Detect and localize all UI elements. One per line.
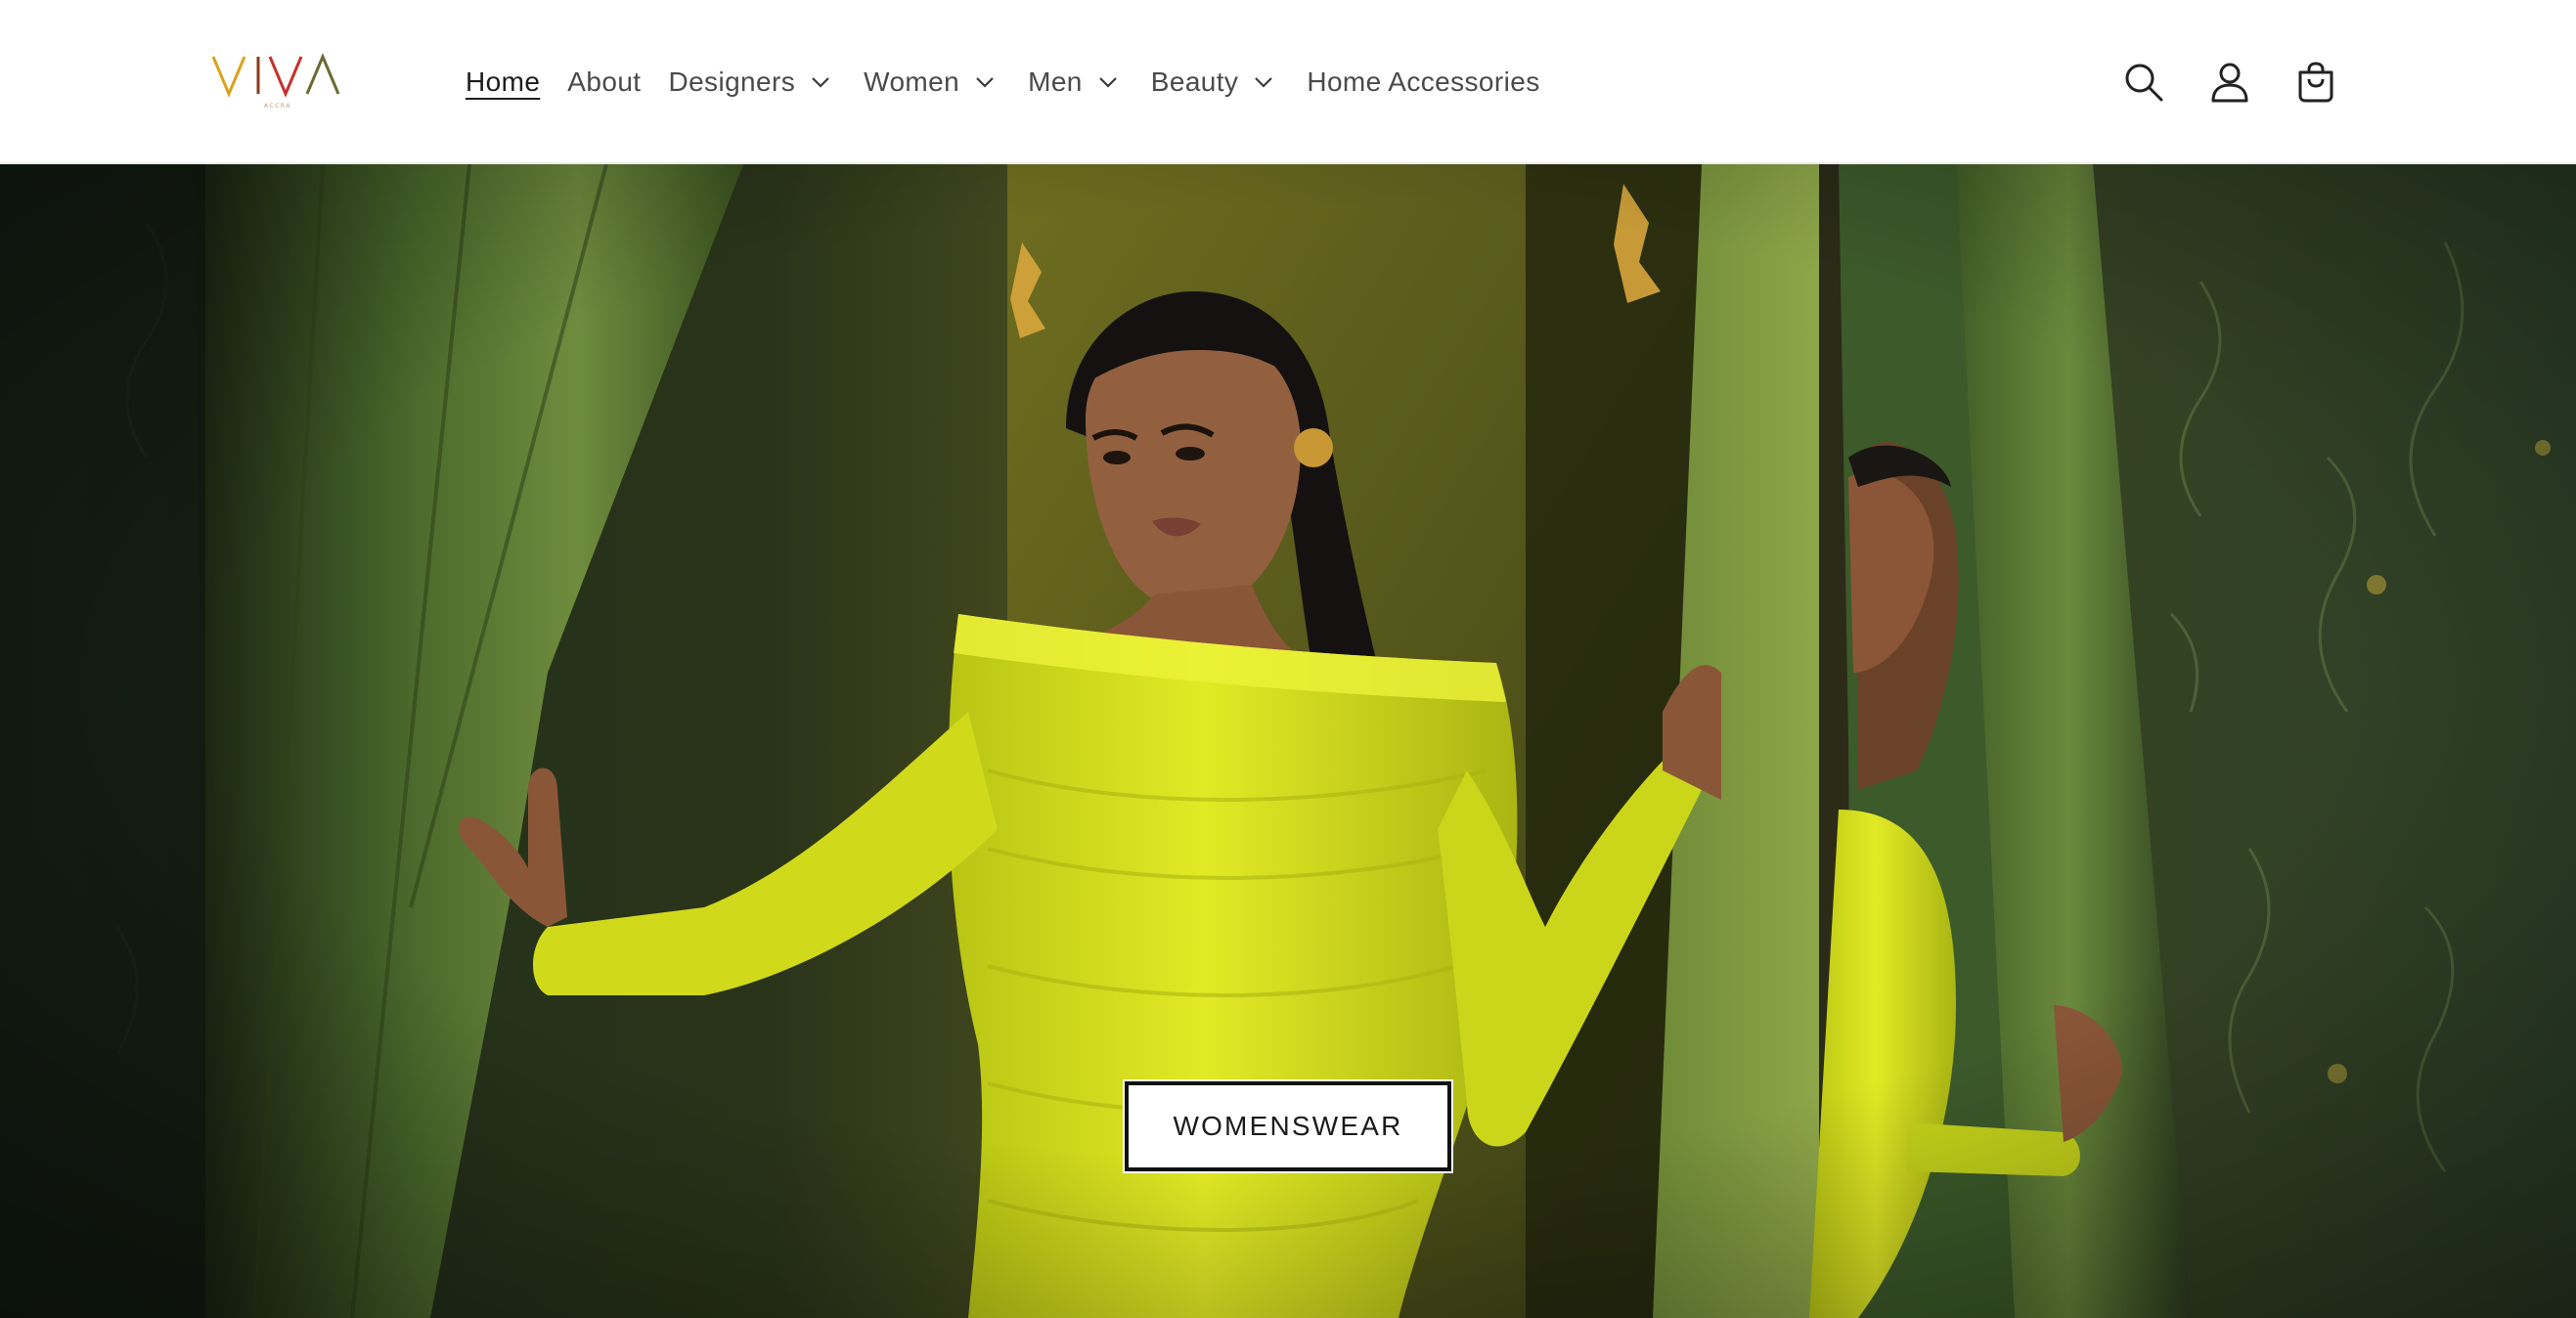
nav-men[interactable]: Men bbox=[1014, 51, 1137, 113]
chevron-down-icon bbox=[811, 76, 830, 88]
cart-icon[interactable] bbox=[2285, 51, 2347, 113]
nav-about-label: About bbox=[567, 66, 642, 97]
account-icon[interactable] bbox=[2198, 51, 2261, 113]
womenswear-button[interactable]: WOMENSWEAR bbox=[1125, 1081, 1451, 1171]
chevron-down-icon bbox=[975, 76, 995, 88]
nav-men-label: Men bbox=[1028, 66, 1083, 97]
nav-home-label: Home bbox=[466, 66, 541, 97]
chevron-down-icon bbox=[1254, 76, 1273, 88]
nav-women[interactable]: Women bbox=[850, 51, 1014, 113]
womenswear-button-label: WOMENSWEAR bbox=[1173, 1111, 1403, 1141]
header-icons bbox=[2112, 51, 2371, 113]
nav-about[interactable]: About bbox=[554, 51, 654, 113]
brand-logo[interactable]: ACCRA bbox=[209, 49, 346, 113]
nav-designers-label: Designers bbox=[668, 66, 796, 97]
search-icon[interactable] bbox=[2112, 51, 2175, 113]
svg-text:ACCRA: ACCRA bbox=[264, 103, 291, 110]
site-header: ACCRA Home About Designers Women Men Bea… bbox=[0, 0, 2576, 164]
nav-women-label: Women bbox=[864, 66, 960, 97]
chevron-down-icon bbox=[1098, 76, 1118, 88]
nav-home[interactable]: Home bbox=[452, 51, 554, 113]
nav-home-accessories[interactable]: Home Accessories bbox=[1293, 51, 1553, 113]
nav-beauty-label: Beauty bbox=[1150, 66, 1239, 97]
nav-beauty[interactable]: Beauty bbox=[1137, 51, 1294, 113]
nav-designers[interactable]: Designers bbox=[654, 51, 850, 113]
logo-mark: ACCRA bbox=[211, 53, 340, 110]
hero-banner: WOMENSWEAR bbox=[0, 164, 2576, 1318]
main-nav: Home About Designers Women Men Beauty Ho… bbox=[452, 51, 1554, 113]
nav-home-accessories-label: Home Accessories bbox=[1307, 66, 1540, 97]
